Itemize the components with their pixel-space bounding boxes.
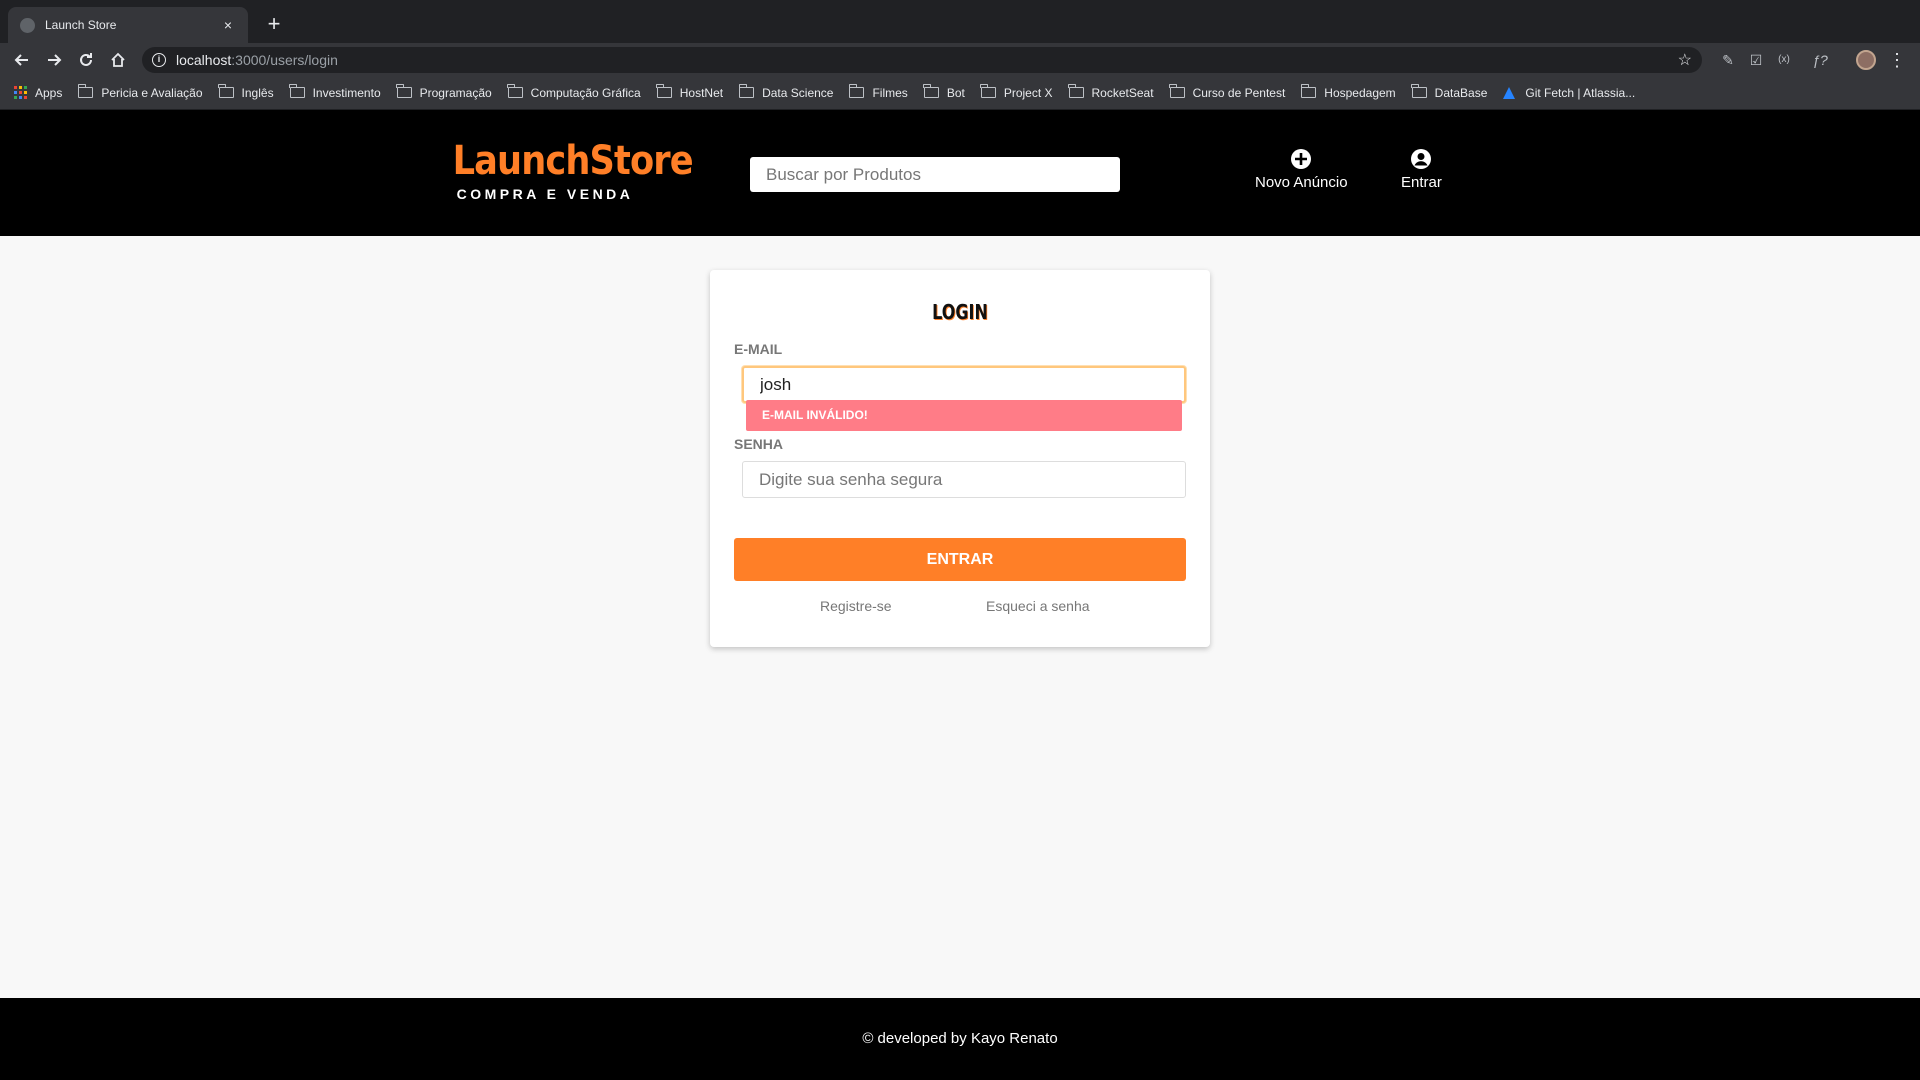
bookmark-label: Filmes bbox=[872, 85, 908, 100]
folder-icon bbox=[848, 84, 865, 98]
login-title: LOGIN bbox=[932, 300, 988, 324]
address-bar[interactable]: i localhost :3000/users/login ☆ bbox=[142, 47, 1702, 73]
bookmark-label: Computação Gráfica bbox=[530, 85, 641, 100]
bookmark-item[interactable]: Pericia e Avaliação bbox=[77, 84, 203, 100]
bookmark-label: Programação bbox=[419, 85, 492, 100]
extension-checkbox-icon[interactable]: ☑ bbox=[1744, 48, 1768, 72]
footer-credit: © developed by Kayo Renato bbox=[862, 1030, 1058, 1047]
bookmark-item[interactable]: DataBase bbox=[1411, 84, 1488, 100]
folder-icon bbox=[396, 84, 412, 98]
new-ad-label: Novo Anúncio bbox=[1255, 174, 1348, 191]
url-host: localhost bbox=[176, 52, 232, 68]
login-card: LOGIN E-MAIL E-MAIL INVÁLIDO! SENHA ENTR… bbox=[710, 270, 1210, 647]
extension-function-icon[interactable]: ƒ? bbox=[1808, 48, 1832, 72]
bookmark-label: Pericia e Avaliação bbox=[101, 85, 203, 100]
login-label: Entrar bbox=[1401, 174, 1442, 191]
bookmark-label: Bot bbox=[946, 85, 965, 100]
bookmark-item[interactable]: Bot bbox=[923, 84, 965, 100]
folder-icon bbox=[1411, 84, 1427, 98]
bookmark-label: Hospedagem bbox=[1324, 85, 1396, 100]
email-label: E-MAIL bbox=[734, 341, 783, 357]
folder-icon bbox=[923, 84, 939, 98]
bookmarks-bar: Apps Pericia e Avaliação Inglês Investiment… bbox=[0, 76, 1920, 110]
bookmark-item[interactable]: Project X bbox=[980, 84, 1053, 100]
bookmark-star-icon[interactable]: ☆ bbox=[1678, 50, 1692, 70]
bookmark-label: DataBase bbox=[1434, 85, 1488, 100]
folder-icon bbox=[1068, 84, 1084, 98]
folder-icon bbox=[77, 84, 94, 98]
search-input[interactable] bbox=[750, 157, 1120, 192]
password-label: SENHA bbox=[734, 436, 784, 452]
bookmark-item[interactable]: Programação bbox=[396, 84, 492, 100]
forgot-password-link[interactable]: Esqueci a senha bbox=[986, 598, 1090, 614]
browser-tabbar: Launch Store × + bbox=[0, 0, 1920, 43]
bookmark-label: Project X bbox=[1003, 85, 1053, 100]
login-link[interactable]: Entrar bbox=[1401, 148, 1442, 191]
bookmark-item[interactable]: RocketSeat bbox=[1068, 84, 1154, 100]
user-circle-icon bbox=[1410, 148, 1432, 170]
bookmark-label: Investimento bbox=[312, 85, 381, 100]
browser-menu-icon[interactable]: ⋮ bbox=[1888, 48, 1906, 72]
folder-icon bbox=[289, 84, 305, 98]
bookmark-label: RocketSeat bbox=[1091, 85, 1154, 100]
bookmark-label: HostNet bbox=[679, 85, 724, 100]
bookmark-item[interactable]: Inglês bbox=[218, 84, 274, 100]
bookmark-item[interactable]: Git Fetch | Atlassia... bbox=[1503, 86, 1635, 100]
extension-pen-icon[interactable]: ✎ bbox=[1716, 48, 1740, 72]
bookmark-item[interactable]: HostNet bbox=[656, 84, 724, 100]
forward-arrow-icon[interactable] bbox=[40, 46, 68, 74]
bookmark-label: Git Fetch | Atlassia... bbox=[1525, 85, 1636, 100]
close-tab-icon[interactable]: × bbox=[220, 17, 236, 33]
logo[interactable]: LaunchStore COMPRA E VENDA bbox=[440, 138, 694, 202]
browser-tab[interactable]: Launch Store × bbox=[8, 7, 248, 43]
extension-brackets-icon[interactable]: (x) bbox=[1772, 48, 1796, 72]
site-footer: © developed by Kayo Renato bbox=[0, 998, 1920, 1080]
logo-subtitle: COMPRA E VENDA bbox=[456, 186, 634, 202]
folder-icon bbox=[980, 84, 996, 98]
back-arrow-icon[interactable] bbox=[8, 46, 36, 74]
home-icon[interactable] bbox=[104, 46, 132, 74]
email-field[interactable] bbox=[742, 366, 1186, 403]
register-link[interactable]: Registre-se bbox=[820, 598, 892, 614]
bookmark-item[interactable]: Apps bbox=[14, 86, 62, 100]
email-error-message: E-MAIL INVÁLIDO! bbox=[746, 400, 1182, 431]
logo-title: LaunchStore bbox=[452, 138, 694, 184]
url-path: :3000/users/login bbox=[231, 52, 338, 68]
info-icon[interactable]: i bbox=[152, 53, 166, 67]
bookmark-item[interactable]: Data Science bbox=[738, 84, 834, 100]
new-tab-button[interactable]: + bbox=[260, 10, 288, 38]
folder-icon bbox=[738, 84, 755, 98]
login-submit-button[interactable]: ENTRAR bbox=[734, 538, 1186, 581]
site-header: LaunchStore COMPRA E VENDA Novo Anúncio … bbox=[0, 110, 1920, 236]
tab-title: Launch Store bbox=[45, 18, 117, 32]
folder-icon bbox=[507, 84, 523, 98]
folder-icon bbox=[1300, 84, 1317, 98]
bookmark-item[interactable]: Hospedagem bbox=[1300, 84, 1396, 100]
bookmark-label: Apps bbox=[35, 85, 63, 100]
profile-avatar[interactable] bbox=[1856, 50, 1876, 70]
bookmark-item[interactable]: Computação Gráfica bbox=[507, 84, 641, 100]
bookmark-item[interactable]: Filmes bbox=[848, 84, 908, 100]
folder-icon bbox=[1169, 84, 1185, 98]
globe-icon bbox=[20, 17, 35, 33]
folder-icon bbox=[656, 84, 672, 98]
plus-circle-icon bbox=[1290, 148, 1312, 170]
bookmark-item[interactable]: Curso de Pentest bbox=[1169, 84, 1286, 100]
browser-toolbar: i localhost :3000/users/login ☆ ✎ ☑ (x) … bbox=[0, 43, 1920, 76]
reload-icon[interactable] bbox=[72, 46, 100, 74]
bookmark-label: Curso de Pentest bbox=[1192, 85, 1286, 100]
new-ad-link[interactable]: Novo Anúncio bbox=[1255, 148, 1348, 191]
bookmark-item[interactable]: Investimento bbox=[289, 84, 381, 100]
apps-icon bbox=[14, 86, 27, 99]
password-field[interactable] bbox=[742, 461, 1186, 498]
folder-icon bbox=[218, 84, 234, 98]
atlassian-icon bbox=[1503, 86, 1516, 99]
bookmark-label: Data Science bbox=[762, 85, 834, 100]
bookmark-label: Inglês bbox=[241, 85, 274, 100]
